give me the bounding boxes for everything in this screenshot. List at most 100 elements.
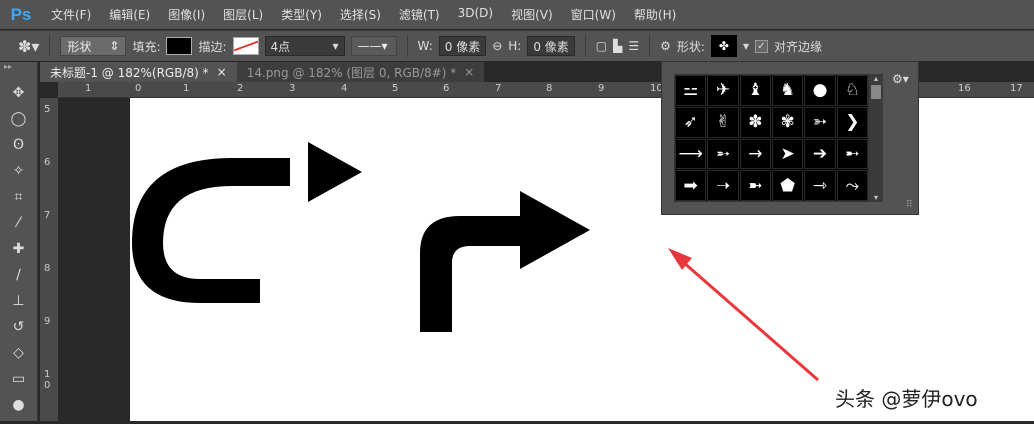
mode-value: 形状 — [67, 39, 92, 54]
path-alignment-icon[interactable]: ▙ — [613, 39, 622, 53]
custom-shape-picker: ⚍ ✈ ♝ ♞ ● ♘ ➶ ✌ ✽ ✾ ➳ ❯ ⟶ ➵ → ➤ ➔ ➸ ➡ ➝ ➼ ⬟ ⇾ ⤳ ▴ ▾ ⚙▾ ⠿ — [661, 61, 919, 215]
stroke-swatch[interactable] — [232, 37, 259, 55]
menu-item[interactable]: 滤镜(T) — [390, 6, 449, 23]
move-tool-icon[interactable]: ✥ — [0, 80, 37, 106]
width-label: W: — [417, 39, 433, 53]
ruler-label: 2 — [237, 83, 244, 94]
ruler-label: 9 — [598, 83, 605, 94]
menu-item[interactable]: 类型(Y) — [272, 6, 331, 23]
magic-wand-icon[interactable]: ✧ — [0, 158, 37, 184]
chevron-icon[interactable]: ❯ — [836, 106, 868, 138]
bone-icon[interactable]: ⚍ — [675, 75, 707, 106]
fish-icon[interactable]: ✈ — [707, 75, 739, 106]
ruler-label: 1 — [183, 83, 190, 94]
arrow-bold-icon[interactable]: ➔ — [804, 138, 836, 170]
rabbit-icon[interactable]: ♘ — [836, 75, 868, 106]
menu-item[interactable]: 编辑(E) — [100, 6, 159, 23]
menu-item[interactable]: 图像(I) — [159, 6, 214, 23]
menu-item[interactable]: 视图(V) — [502, 6, 562, 23]
stroke-width-value: 4点 — [270, 39, 291, 54]
ruler-label: 6 — [443, 83, 450, 94]
snail-icon[interactable]: ● — [804, 75, 836, 106]
blur-tool-icon[interactable]: ● — [0, 392, 37, 418]
stroke-type-select[interactable]: ——▾ — [350, 36, 397, 56]
arrow-feather-icon[interactable]: ➵ — [707, 138, 739, 170]
eyedropper-icon[interactable]: ⁄ — [0, 210, 37, 236]
brush-tool-icon[interactable]: ∕ — [0, 262, 37, 288]
bird-icon[interactable]: ➶ — [675, 106, 707, 138]
menu-item[interactable]: 文件(F) — [42, 6, 100, 23]
ruler-label: 5 — [392, 83, 399, 94]
healing-brush-icon[interactable]: ✚ — [0, 236, 37, 262]
shape-preview-button[interactable]: ✤ — [710, 35, 737, 57]
align-edges-checkbox[interactable]: ✓ — [754, 39, 768, 53]
history-brush-icon[interactable]: ↺ — [0, 314, 37, 340]
tab-label: 14.png @ 182% (图层 0, RGB/8#) * — [246, 65, 457, 80]
link-icon[interactable]: ⊖ — [492, 39, 502, 53]
shape-label: 形状: — [676, 39, 705, 54]
resize-grip-icon[interactable]: ⠿ — [906, 200, 913, 210]
stamp-tool-icon[interactable]: ⊥ — [0, 288, 37, 314]
ruler-label: 9 — [44, 316, 51, 327]
fill-swatch[interactable] — [166, 37, 193, 55]
custom-shape-tool-icon[interactable]: ✽▾ — [18, 37, 39, 56]
u-turn-arrowhead — [308, 142, 362, 202]
ruler-label: 3 — [289, 83, 296, 94]
shape-picker-scrollbar[interactable]: ▴ ▾ — [869, 74, 883, 202]
arrow-fletched-icon[interactable]: ➸ — [836, 138, 868, 170]
u-turn-arrow-shape — [132, 158, 290, 303]
corner-arrow-head — [520, 191, 590, 269]
ruler-label: 4 — [341, 83, 348, 94]
gear-icon[interactable]: ⚙ — [660, 39, 671, 53]
tool-mode-select[interactable]: 形状 ⇕ — [60, 36, 127, 56]
ruler-label: 5 — [44, 104, 51, 115]
menu-item[interactable]: 选择(S) — [331, 6, 390, 23]
arrow-feathered-icon[interactable]: ➳ — [804, 106, 836, 138]
eraser-tool-icon[interactable]: ◇ — [0, 340, 37, 366]
annotation-arrow-line — [674, 253, 819, 382]
path-operations-icon[interactable]: ▢ — [596, 39, 607, 53]
gradient-tool-icon[interactable]: ▭ — [0, 366, 37, 392]
height-label: H: — [508, 39, 522, 53]
arrow-double-fletch-icon[interactable]: ➼ — [739, 170, 771, 201]
stroke-width-input[interactable]: 4点 ▾ — [264, 36, 345, 56]
cat-icon[interactable]: ♝ — [739, 75, 771, 106]
dove-icon[interactable]: ✌ — [707, 106, 739, 138]
marquee-tool-icon[interactable]: ◯ — [0, 106, 37, 132]
ruler-label: 16 — [958, 83, 971, 94]
width-input[interactable]: 0 像素 — [438, 36, 487, 56]
tab-14-png[interactable]: 14.png @ 182% (图层 0, RGB/8#) * × — [236, 62, 485, 82]
align-edges-label: 对齐边缘 — [773, 39, 822, 54]
path-arrangement-icon[interactable]: ☰ — [628, 39, 639, 53]
menu-item[interactable]: 图层(L) — [214, 6, 272, 23]
paw-print-icon[interactable]: ✽ — [739, 106, 771, 138]
ruler-label: 17 — [1010, 83, 1023, 94]
close-icon[interactable]: × — [464, 65, 474, 79]
scroll-thumb[interactable] — [871, 85, 881, 99]
menu-bar: Ps 文件(F) 编辑(E) 图像(I) 图层(L) 类型(Y) 选择(S) 滤镜(T) 3D… — [0, 0, 1034, 29]
ruler-label: 0 — [135, 83, 142, 94]
arrow-thin-icon[interactable]: ⟶ — [675, 138, 707, 170]
menu-item[interactable]: 窗口(W) — [562, 6, 625, 23]
arrow-pentagon-icon[interactable]: ⬟ — [772, 170, 804, 201]
collapse-icon[interactable]: ▸▸ — [0, 62, 37, 80]
arrow-line-icon[interactable]: → — [739, 138, 771, 170]
picker-gear-icon[interactable]: ⚙▾ — [892, 72, 909, 86]
fill-label: 填充: — [132, 39, 161, 54]
height-input[interactable]: 0 像素 — [527, 36, 575, 56]
arrow-right-icon[interactable]: ⇾ — [804, 170, 836, 201]
tab-untitled-1[interactable]: 未标题-1 @ 182%(RGB/8) * × — [40, 62, 237, 82]
corner-arrow-shape — [420, 216, 522, 332]
arrowhead-icon[interactable]: ➤ — [772, 138, 804, 170]
arrow-block-icon[interactable]: ➡ — [675, 170, 707, 201]
dog-icon[interactable]: ♞ — [772, 75, 804, 106]
menu-item[interactable]: 帮助(H) — [625, 6, 685, 23]
ruler-label: 7 — [495, 83, 502, 94]
paw-print-2-icon[interactable]: ✾ — [772, 106, 804, 138]
arrow-wavy-icon[interactable]: ⤳ — [836, 170, 868, 201]
lasso-tool-icon[interactable]: ʘ — [0, 132, 37, 158]
close-icon[interactable]: × — [217, 65, 227, 79]
menu-item[interactable]: 3D(D) — [449, 6, 502, 23]
crop-tool-icon[interactable]: ⌗ — [0, 184, 37, 210]
arrow-tapered-icon[interactable]: ➝ — [707, 170, 739, 201]
